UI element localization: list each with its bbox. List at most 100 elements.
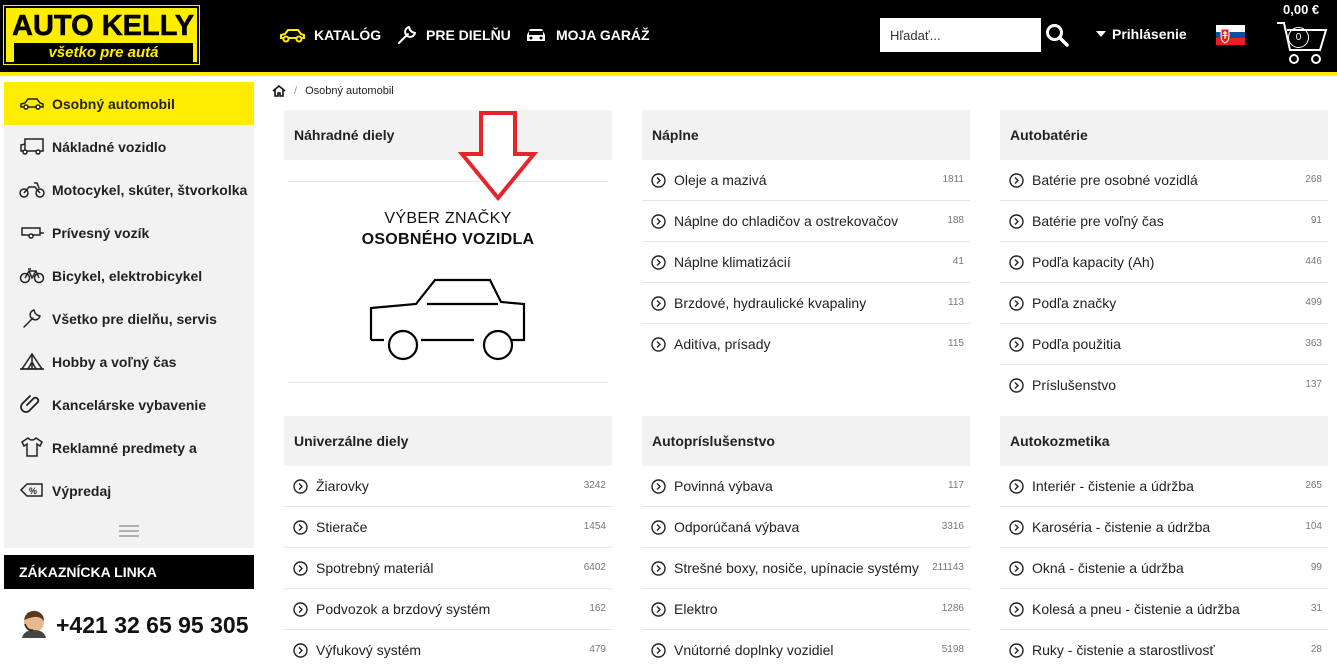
list-item[interactable]: Elektro 1286 [642,589,970,630]
item-count: 113 [948,297,964,308]
list-item[interactable]: Strešné boxy, nosiče, upínacie systémy 21… [642,548,970,589]
list-item[interactable]: Okná - čistenie a údržba 99 [1000,548,1328,589]
chevron-right-circle-icon [651,296,666,311]
list-item[interactable]: Oleje a mazivá 1811 [642,160,970,201]
sidebar-item-label: Prívesný vozík [52,224,150,241]
search-icon[interactable] [1044,22,1070,48]
list-item[interactable]: Podvozok a brzdový systém 162 [284,589,612,630]
list-item[interactable]: Vnútorné doplnky vozidiel 5198 [642,630,970,671]
category-title[interactable]: Autobatérie [1000,110,1328,160]
item-count: 3242 [583,480,606,491]
sidebar-item-workshop[interactable]: Všetko pre dielňu, servis [4,297,254,340]
list-item[interactable]: Kolesá a pneu - čistenie a údržba 31 [1000,589,1328,630]
breadcrumb-current: Osobný automobil [305,85,394,97]
item-count: 268 [1305,174,1322,185]
sidebar-item-truck[interactable]: Nákladné vozidlo [4,125,254,168]
sidebar-item-label: Osobný automobil [52,95,175,112]
item-name: Ruky - čistenie a starostlivosť [1032,642,1215,658]
item-name: Povinná výbava [674,478,773,494]
category-title[interactable]: Náhradné diely [284,110,612,160]
list-item[interactable]: Podľa kapacity (Ah) 446 [1000,242,1328,283]
hotline-phone-number[interactable]: +421 32 65 95 305 [56,612,249,639]
sidebar-item-hobby[interactable]: Hobby a voľný čas [4,340,254,383]
sidebar-item-label: Hobby a voľný čas [52,353,177,370]
wrench-icon [23,309,41,328]
item-count: 31 [1310,603,1322,614]
item-name: Príslušenstvo [1032,377,1117,393]
list-item[interactable]: Spotrebný materiál 6402 [284,548,612,589]
sidebar-item-sale[interactable]: % Výpredaj [4,469,254,512]
chevron-right-circle-icon [293,561,308,576]
list-item[interactable]: Povinná výbava 117 [642,466,970,507]
nav-catalog[interactable]: KATALÓG [279,24,381,46]
sidebar-item-trailer[interactable]: Prívesný vozík [4,211,254,254]
brand-select-line1: VÝBER ZNAČKY [384,210,512,227]
list-item[interactable]: Podľa značky 499 [1000,283,1328,324]
hotline-phone-row[interactable]: +421 32 65 95 305 [4,596,254,652]
sidebar-item-label: Všetko pre dielňu, servis [52,310,217,327]
logo-main-text: AUTO KELLY [12,10,195,43]
sidebar-item-promo[interactable]: Reklamné predmety a [4,426,254,469]
sidebar-item-motorcycle[interactable]: Motocykel, skúter, štvorkolka [4,168,254,211]
item-name: Elektro [674,601,718,617]
list-item[interactable]: Žiarovky 3242 [284,466,612,507]
item-count: 446 [1305,256,1322,267]
list-item[interactable]: Karoséria - čistenie a údržba 104 [1000,507,1328,548]
item-name: Vnútorné doplnky vozidiel [674,642,834,658]
item-count: 117 [948,480,964,491]
slovak-flag-icon[interactable] [1216,25,1245,45]
item-name: Stierače [316,519,368,535]
nav-catalog-label: KATALÓG [314,27,382,43]
sidebar-item-passenger-car[interactable]: Osobný automobil [4,82,254,125]
header-yellow-line [0,72,1337,76]
list-item[interactable]: Ruky - čistenie a starostlivosť 28 [1000,630,1328,671]
list-item[interactable]: Podľa použitia 363 [1000,324,1328,365]
sidebar-item-label: Kancelárske vybavenie [52,396,207,413]
item-name: Náplne do chladičov a ostrekovačov [674,213,899,229]
list-item[interactable]: Batérie pre osobné vozidlá 268 [1000,160,1328,201]
list-item[interactable]: Stierače 1454 [284,507,612,548]
category-title[interactable]: Autopríslušenstvo [642,416,970,466]
list-item[interactable]: Aditíva, prísady 115 [642,324,970,365]
list-item[interactable]: Náplne klimatizácií 41 [642,242,970,283]
list-item[interactable]: Príslušenstvo 137 [1000,365,1328,406]
sidebar-item-label: Výpredaj [52,482,112,499]
category-title[interactable]: Náplne [642,110,970,160]
hamburger-menu-icon[interactable] [119,524,139,538]
nav-my-garage[interactable]: MOJA GARÁŽ [524,24,650,46]
item-count: 115 [948,338,964,349]
list-item[interactable]: Batérie pre voľný čas 91 [1000,201,1328,242]
chevron-right-circle-icon [1009,643,1024,658]
category-title[interactable]: Autokozmetika [1000,416,1328,466]
tent-icon [20,352,44,370]
cart-count-badge: 0 [1288,27,1309,48]
sidebar-item-bicycle[interactable]: Bicykel, elektrobicykel [4,254,254,297]
chevron-right-circle-icon [1009,173,1024,188]
item-count: 99 [1310,562,1322,573]
list-item[interactable]: Odporúčaná výbava 3316 [642,507,970,548]
item-count: 211143 [932,562,964,573]
category-car-accessories: Autopríslušenstvo Povinná výbava 117 Odpo… [642,416,970,671]
item-name: Výfukový systém [316,642,422,658]
home-icon[interactable] [272,85,286,97]
nav-workshop[interactable]: PRE DIELŇU [396,24,511,46]
item-name: Oleje a mazivá [674,172,767,188]
list-item[interactable]: Výfukový systém 479 [284,630,612,671]
chevron-right-circle-icon [651,337,666,352]
item-count: 1454 [583,521,606,532]
sidebar-item-office[interactable]: Kancelárske vybavenie [4,383,254,426]
list-item[interactable]: Interiér - čistenie a údržba 265 [1000,466,1328,507]
item-name: Spotrebný materiál [316,560,434,576]
item-name: Podľa použitia [1032,336,1121,352]
item-count: 91 [1310,215,1322,226]
hotline-title: ZÁKAZNÍCKA LINKA [4,555,254,589]
list-item[interactable]: Náplne do chladičov a ostrekovačov 188 [642,201,970,242]
chevron-right-circle-icon [651,214,666,229]
car-icon [20,98,44,110]
chevron-right-circle-icon [651,561,666,576]
search-input[interactable] [880,18,1041,52]
category-title[interactable]: Univerzálne diely [284,416,612,466]
login-button[interactable]: Prihlásenie [1096,26,1187,42]
auto-kelly-logo[interactable]: AUTO KELLY všetko pre autá [3,5,200,65]
list-item[interactable]: Brzdové, hydraulické kvapaliny 113 [642,283,970,324]
